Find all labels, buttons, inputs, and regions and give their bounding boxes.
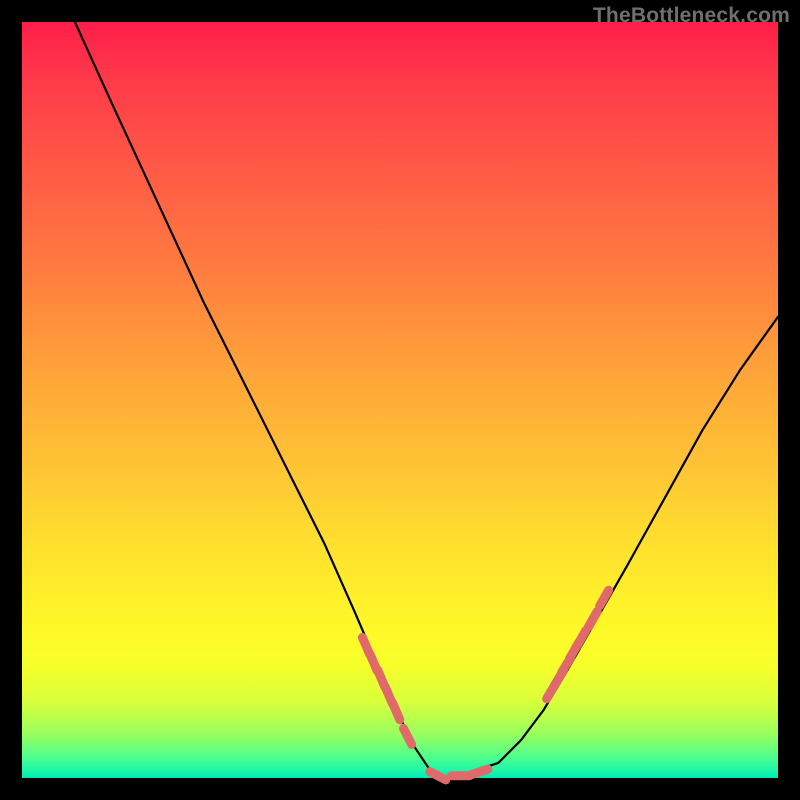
marker-cluster-right	[547, 590, 609, 699]
plot-area	[22, 22, 778, 778]
curve-marker	[588, 611, 597, 627]
curve-marker	[430, 772, 446, 780]
curve-marker	[393, 703, 400, 720]
chart-frame: TheBottleneck.com	[0, 0, 800, 800]
bottleneck-curve	[75, 22, 778, 778]
marker-cluster-left	[362, 637, 488, 779]
chart-svg	[22, 22, 778, 778]
curve-marker	[471, 769, 488, 775]
curve-marker	[600, 590, 609, 606]
curve-marker	[577, 630, 586, 646]
curve-marker	[404, 728, 412, 744]
